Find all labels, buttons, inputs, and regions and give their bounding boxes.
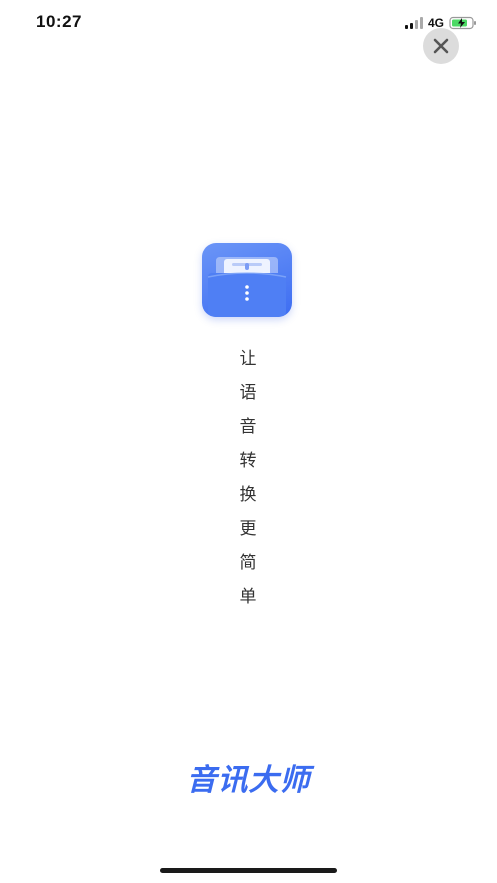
slogan-char: 转 [239, 451, 257, 471]
slogan-char: 语 [239, 383, 257, 403]
brand-name: 音讯大师 [186, 763, 311, 798]
slogan-char: 单 [239, 587, 257, 607]
slogan-char: 换 [239, 485, 257, 505]
slogan-char: 音 [239, 417, 257, 437]
splash-screen: 10:27 4G 让 语 音 转 换 更 简 单 音讯大师 [0, 0, 497, 883]
home-indicator[interactable] [160, 868, 337, 873]
app-logo [202, 243, 292, 317]
battery-charging-icon [449, 16, 476, 30]
status-bar: 10:27 4G [0, 0, 497, 44]
close-button[interactable] [423, 28, 459, 64]
slogan-char: 简 [239, 553, 257, 573]
close-icon [433, 38, 449, 54]
slogan-vertical-text: 让 语 音 转 换 更 简 单 [224, 342, 272, 614]
app-logo-icon [207, 257, 287, 317]
signal-icon [404, 17, 423, 29]
status-time: 10:27 [36, 12, 82, 31]
slogan-char: 更 [239, 519, 257, 539]
slogan-char: 让 [239, 349, 257, 369]
